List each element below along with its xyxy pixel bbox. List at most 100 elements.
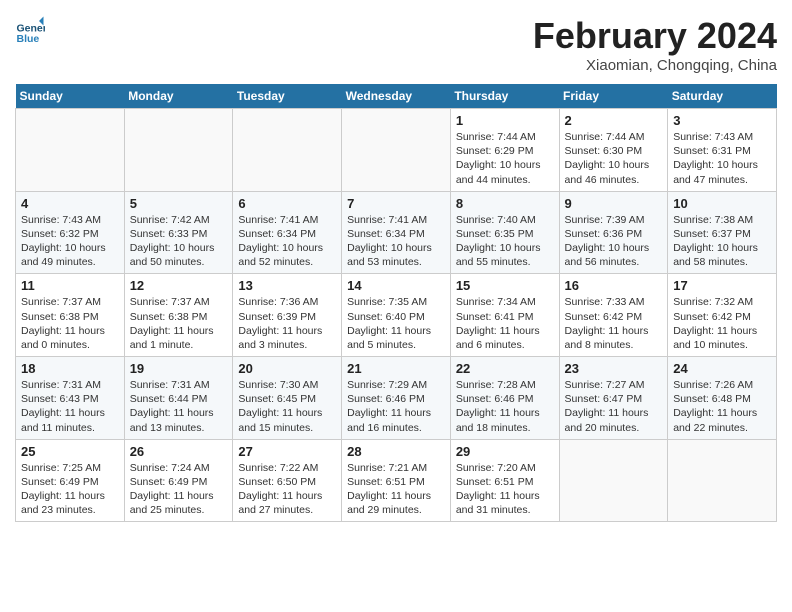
calendar-cell: 25Sunrise: 7:25 AM Sunset: 6:49 PM Dayli… — [16, 439, 125, 522]
month-title: February 2024 — [533, 15, 777, 57]
calendar-cell: 14 Sunrise: 7:35 AM Sunset: 6:40 PM Dayli… — [342, 274, 451, 357]
logo-icon: General Blue — [15, 15, 45, 45]
day-number: 7 — [347, 196, 445, 211]
day-number: 3 — [673, 113, 771, 128]
calendar-cell: 16 Sunrise: 7:33 AM Sunset: 6:42 PM Dayli… — [559, 274, 668, 357]
col-header-friday: Friday — [559, 84, 668, 109]
day-number: 11 — [21, 278, 119, 293]
day-number: 19 — [130, 361, 228, 376]
day-info: Sunrise: 7:37 AM Sunset: 6:38 PM Dayligh… — [21, 295, 119, 352]
day-info: Sunrise: 7:43 AM Sunset: 6:31 PM Dayligh… — [673, 130, 771, 187]
calendar-cell — [342, 109, 451, 192]
calendar-cell: 2Sunrise: 7:44 AM Sunset: 6:30 PM Daylig… — [559, 109, 668, 192]
day-info: Sunrise: 7:33 AM Sunset: 6:42 PM Dayligh… — [565, 295, 663, 352]
day-info: Sunrise: 7:35 AM Sunset: 6:40 PM Dayligh… — [347, 295, 445, 352]
col-header-tuesday: Tuesday — [233, 84, 342, 109]
calendar-cell — [16, 109, 125, 192]
location-subtitle: Xiaomian, Chongqing, China — [533, 57, 777, 74]
calendar-cell — [668, 439, 777, 522]
day-number: 6 — [238, 196, 336, 211]
day-number: 21 — [347, 361, 445, 376]
day-info: Sunrise: 7:37 AM Sunset: 6:38 PM Dayligh… — [130, 295, 228, 352]
calendar-cell: 28 Sunrise: 7:21 AM Sunset: 6:51 PM Dayli… — [342, 439, 451, 522]
calendar-cell: 11 Sunrise: 7:37 AM Sunset: 6:38 PM Dayli… — [16, 274, 125, 357]
day-number: 1 — [456, 113, 554, 128]
day-info: Sunrise: 7:32 AM Sunset: 6:42 PM Dayligh… — [673, 295, 771, 352]
day-number: 9 — [565, 196, 663, 211]
day-info: Sunrise: 7:40 AM Sunset: 6:35 PM Dayligh… — [456, 213, 554, 270]
calendar-cell: 10 Sunrise: 7:38 AM Sunset: 6:37 PM Dayli… — [668, 191, 777, 274]
day-info: Sunrise: 7:28 AM Sunset: 6:46 PM Dayligh… — [456, 378, 554, 435]
calendar-cell: 15 Sunrise: 7:34 AM Sunset: 6:41 PM Dayli… — [450, 274, 559, 357]
calendar-cell: 20 Sunrise: 7:30 AM Sunset: 6:45 PM Dayli… — [233, 357, 342, 440]
col-header-thursday: Thursday — [450, 84, 559, 109]
calendar-cell: 3 Sunrise: 7:43 AM Sunset: 6:31 PM Daylig… — [668, 109, 777, 192]
calendar-cell: 12 Sunrise: 7:37 AM Sunset: 6:38 PM Dayli… — [124, 274, 233, 357]
day-info: Sunrise: 7:31 AM Sunset: 6:43 PM Dayligh… — [21, 378, 119, 435]
day-info: Sunrise: 7:41 AM Sunset: 6:34 PM Dayligh… — [347, 213, 445, 270]
calendar-cell: 22 Sunrise: 7:28 AM Sunset: 6:46 PM Dayli… — [450, 357, 559, 440]
day-info: Sunrise: 7:21 AM Sunset: 6:51 PM Dayligh… — [347, 461, 445, 518]
day-number: 23 — [565, 361, 663, 376]
day-info: Sunrise: 7:31 AM Sunset: 6:44 PM Dayligh… — [130, 378, 228, 435]
day-number: 14 — [347, 278, 445, 293]
col-header-wednesday: Wednesday — [342, 84, 451, 109]
day-info: Sunrise: 7:30 AM Sunset: 6:45 PM Dayligh… — [238, 378, 336, 435]
calendar-cell — [559, 439, 668, 522]
day-info: Sunrise: 7:39 AM Sunset: 6:36 PM Dayligh… — [565, 213, 663, 270]
svg-text:Blue: Blue — [17, 33, 40, 45]
day-number: 17 — [673, 278, 771, 293]
calendar-cell: 6 Sunrise: 7:41 AM Sunset: 6:34 PM Daylig… — [233, 191, 342, 274]
col-header-monday: Monday — [124, 84, 233, 109]
day-number: 15 — [456, 278, 554, 293]
day-info: Sunrise: 7:38 AM Sunset: 6:37 PM Dayligh… — [673, 213, 771, 270]
calendar-cell: 9 Sunrise: 7:39 AM Sunset: 6:36 PM Daylig… — [559, 191, 668, 274]
calendar-cell — [124, 109, 233, 192]
calendar-cell: 27 Sunrise: 7:22 AM Sunset: 6:50 PM Dayli… — [233, 439, 342, 522]
day-info: Sunrise: 7:27 AM Sunset: 6:47 PM Dayligh… — [565, 378, 663, 435]
title-block: February 2024 Xiaomian, Chongqing, China — [533, 15, 777, 74]
day-number: 18 — [21, 361, 119, 376]
day-number: 12 — [130, 278, 228, 293]
calendar-cell: 19 Sunrise: 7:31 AM Sunset: 6:44 PM Dayli… — [124, 357, 233, 440]
day-info: Sunrise: 7:20 AM Sunset: 6:51 PM Dayligh… — [456, 461, 554, 518]
day-number: 5 — [130, 196, 228, 211]
day-info: Sunrise: 7:44 AM Sunset: 6:29 PM Dayligh… — [456, 130, 554, 187]
day-number: 25 — [21, 444, 119, 459]
calendar-cell: 13Sunrise: 7:36 AM Sunset: 6:39 PM Dayli… — [233, 274, 342, 357]
page-header: General Blue February 2024 Xiaomian, Cho… — [15, 15, 777, 74]
calendar-cell: 29 Sunrise: 7:20 AM Sunset: 6:51 PM Dayli… — [450, 439, 559, 522]
day-number: 22 — [456, 361, 554, 376]
day-info: Sunrise: 7:34 AM Sunset: 6:41 PM Dayligh… — [456, 295, 554, 352]
calendar-cell: 26Sunrise: 7:24 AM Sunset: 6:49 PM Dayli… — [124, 439, 233, 522]
day-number: 4 — [21, 196, 119, 211]
day-number: 24 — [673, 361, 771, 376]
day-info: Sunrise: 7:43 AM Sunset: 6:32 PM Dayligh… — [21, 213, 119, 270]
calendar-cell: 18 Sunrise: 7:31 AM Sunset: 6:43 PM Dayli… — [16, 357, 125, 440]
calendar-cell: 7 Sunrise: 7:41 AM Sunset: 6:34 PM Daylig… — [342, 191, 451, 274]
calendar-cell: 23 Sunrise: 7:27 AM Sunset: 6:47 PM Dayli… — [559, 357, 668, 440]
col-header-saturday: Saturday — [668, 84, 777, 109]
day-number: 8 — [456, 196, 554, 211]
day-info: Sunrise: 7:29 AM Sunset: 6:46 PM Dayligh… — [347, 378, 445, 435]
day-info: Sunrise: 7:36 AM Sunset: 6:39 PM Dayligh… — [238, 295, 336, 352]
day-info: Sunrise: 7:22 AM Sunset: 6:50 PM Dayligh… — [238, 461, 336, 518]
col-header-sunday: Sunday — [16, 84, 125, 109]
day-number: 28 — [347, 444, 445, 459]
calendar-cell: 1 Sunrise: 7:44 AM Sunset: 6:29 PM Daylig… — [450, 109, 559, 192]
day-info: Sunrise: 7:44 AM Sunset: 6:30 PM Dayligh… — [565, 130, 663, 187]
calendar-cell: 4 Sunrise: 7:43 AM Sunset: 6:32 PM Daylig… — [16, 191, 125, 274]
calendar-cell: 8 Sunrise: 7:40 AM Sunset: 6:35 PM Daylig… — [450, 191, 559, 274]
day-number: 16 — [565, 278, 663, 293]
day-info: Sunrise: 7:42 AM Sunset: 6:33 PM Dayligh… — [130, 213, 228, 270]
day-number: 20 — [238, 361, 336, 376]
day-number: 10 — [673, 196, 771, 211]
calendar-cell: 5 Sunrise: 7:42 AM Sunset: 6:33 PM Daylig… — [124, 191, 233, 274]
day-number: 27 — [238, 444, 336, 459]
day-info: Sunrise: 7:26 AM Sunset: 6:48 PM Dayligh… — [673, 378, 771, 435]
day-number: 29 — [456, 444, 554, 459]
calendar-table: SundayMondayTuesdayWednesdayThursdayFrid… — [15, 84, 777, 522]
logo: General Blue — [15, 15, 45, 45]
calendar-cell: 21 Sunrise: 7:29 AM Sunset: 6:46 PM Dayli… — [342, 357, 451, 440]
day-info: Sunrise: 7:41 AM Sunset: 6:34 PM Dayligh… — [238, 213, 336, 270]
